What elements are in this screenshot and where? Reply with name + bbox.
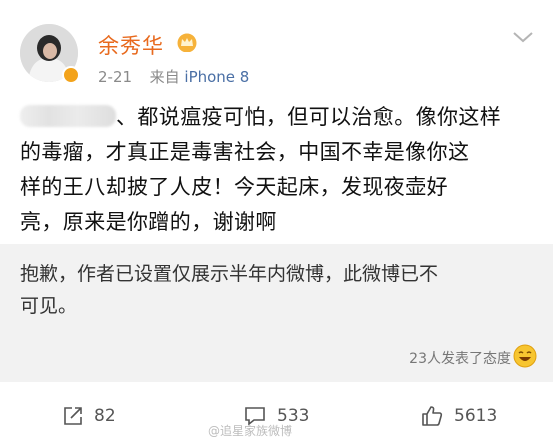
like-button[interactable]: 5613 [420, 399, 497, 433]
content-line-4: 亮，原来是你蹭的，谢谢啊 [20, 210, 277, 234]
crown-icon [177, 33, 197, 52]
content-line-1-text: 、都说瘟疫可怕，但可以治愈。像你这样 [116, 105, 502, 129]
repost-icon [64, 407, 82, 425]
verified-badge [62, 66, 80, 84]
content-line-1: 、都说瘟疫可怕，但可以治愈。像你这样 [20, 100, 540, 135]
content-line-2: 的毒瘤，才真正是毒害社会，中国不幸是像你这 [20, 140, 470, 164]
repost-count: 82 [94, 406, 116, 426]
post-date: 2-21 [98, 68, 133, 86]
content-line-3: 样的王八却披了人皮！今天起床，发现夜壶好 [20, 175, 448, 199]
redacted-name [20, 105, 116, 127]
post-content: 、都说瘟疫可怕，但可以治愈。像你这样 的毒瘤，才真正是毒害社会，中国不幸是像你这… [20, 100, 540, 240]
reactions-count[interactable]: 23人发表了态度 [409, 348, 511, 368]
notice-line-1: 抱歉，作者已设置仅展示半年内微博，此微博已不 [20, 263, 439, 285]
notice-text: 抱歉，作者已设置仅展示半年内微博，此微博已不 可见。 [20, 258, 535, 322]
thumbs-up-icon [422, 406, 443, 426]
repost-button[interactable]: 82 [62, 399, 116, 433]
notice-line-2: 可见。 [20, 295, 78, 317]
chevron-down-icon[interactable] [512, 30, 534, 44]
watermark: @追星家族微博 [208, 424, 293, 438]
hidden-post-notice: 抱歉，作者已设置仅展示半年内微博，此微博已不 可见。 23人发表了态度 [0, 244, 553, 382]
source-prefix: 来自 [149, 68, 180, 86]
device-link[interactable]: iPhone 8 [184, 68, 249, 86]
post-header: 余秀华 2-21 来自 iPhone 8 [0, 0, 553, 96]
post-meta: 2-21 来自 iPhone 8 [98, 66, 249, 87]
username[interactable]: 余秀华 [98, 30, 164, 60]
like-count: 5613 [454, 406, 498, 426]
smile-emoji-icon[interactable] [513, 344, 537, 368]
